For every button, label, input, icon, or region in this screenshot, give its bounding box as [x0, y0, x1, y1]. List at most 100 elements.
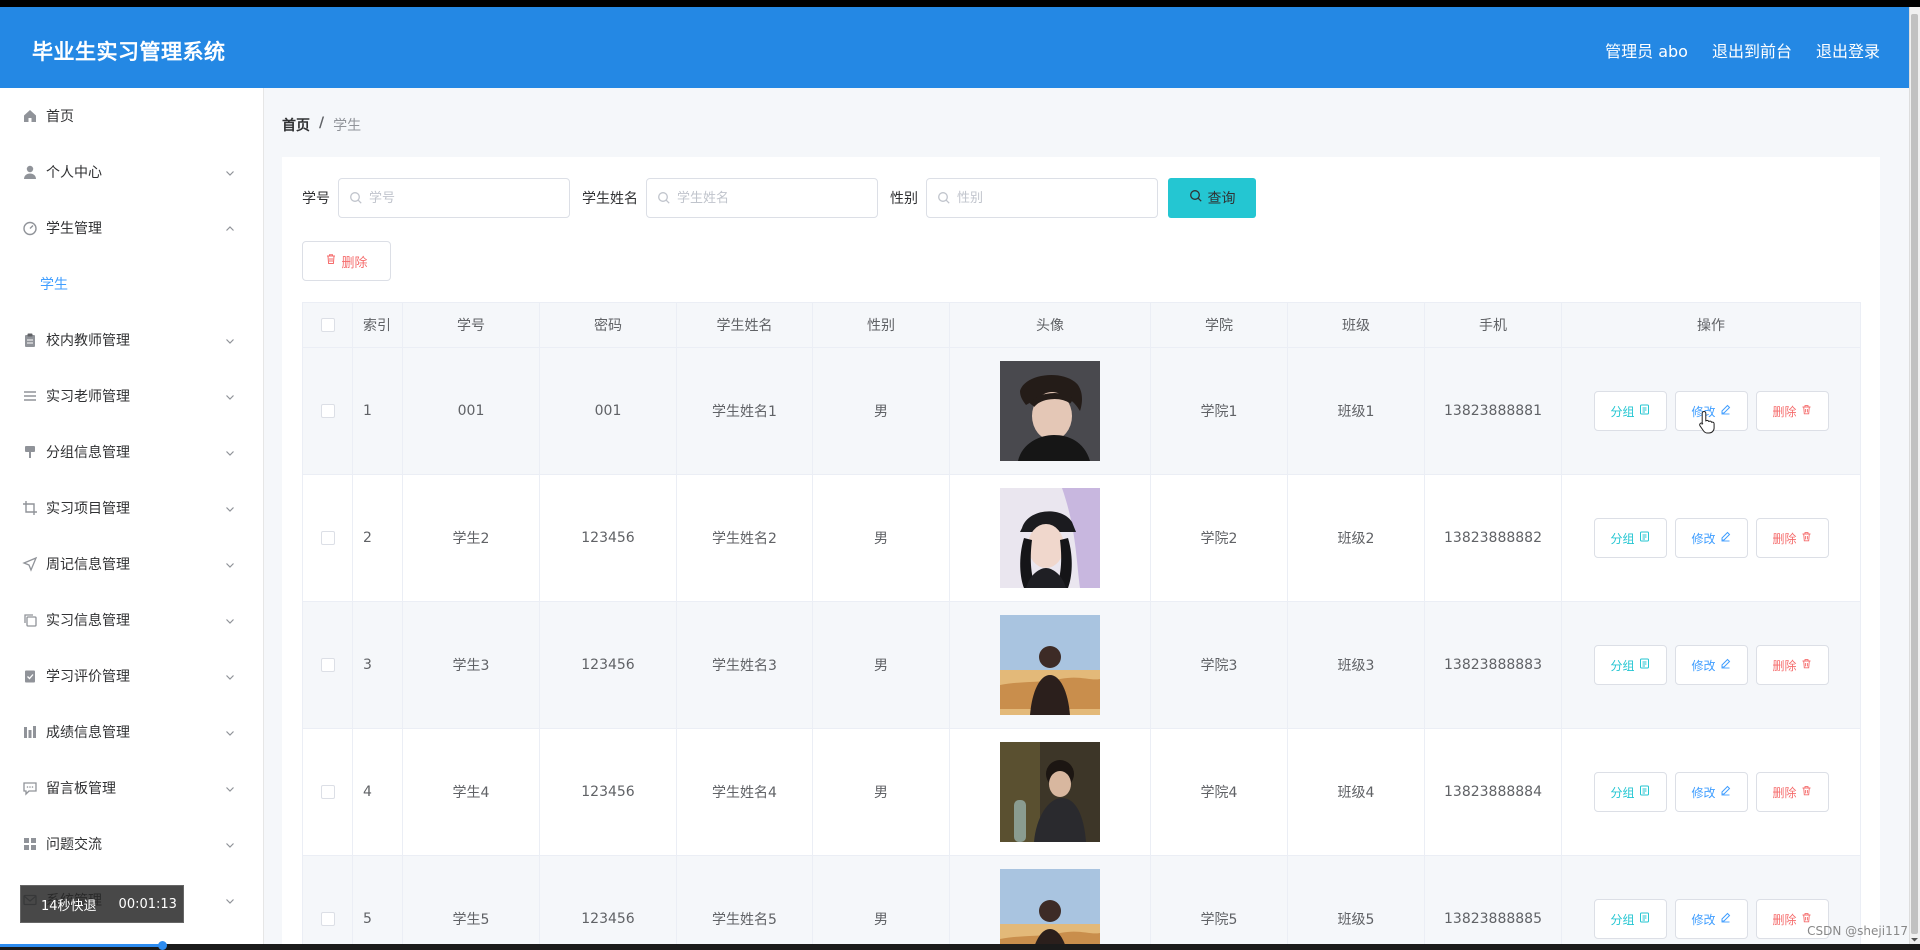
chevron-up-icon [225, 222, 235, 232]
rewind-hint: 14秒快退 [41, 898, 97, 914]
cell-xueyuan: 学院5 [1150, 855, 1288, 944]
query-button-label: 查询 [1207, 191, 1236, 207]
select-all-checkbox[interactable] [320, 318, 335, 332]
avatar-image[interactable] [1000, 361, 1100, 461]
checklist-icon [22, 668, 38, 684]
chevron-down-icon [225, 782, 235, 792]
column-header-1: 学号 [402, 302, 540, 348]
cell-idx: 5 [352, 855, 403, 944]
delete-button-label: 删除 [1772, 785, 1797, 800]
video-progress-track [0, 944, 1920, 950]
group-button[interactable]: 分组 [1593, 645, 1667, 685]
row-checkbox[interactable] [320, 658, 335, 672]
page-scrollbar-thumb[interactable] [1911, 14, 1918, 934]
group-button[interactable]: 分组 [1593, 518, 1667, 558]
cell-xueyuan: 学院2 [1150, 474, 1288, 602]
cell-name: 学生姓名4 [676, 728, 813, 856]
pencil-icon [1720, 404, 1731, 418]
group-button[interactable]: 分组 [1593, 391, 1667, 431]
cell-xuehao: 学生2 [402, 474, 540, 602]
column-header-3: 学生姓名 [676, 302, 813, 348]
scroll-down-arrow-icon[interactable] [1910, 932, 1919, 942]
cell-phone: 13823888883 [1424, 601, 1562, 729]
delete-button-label: 删除 [1772, 658, 1797, 673]
column-header-2: 密码 [539, 302, 677, 348]
sidebar-item-5[interactable]: 分组信息管理 [0, 424, 263, 480]
cell-operations: 分组 修改 删除 [1561, 474, 1861, 602]
row-checkbox[interactable] [320, 912, 335, 926]
sidebar-item-2[interactable]: 学生管理 [0, 200, 263, 256]
sidebar-item-4[interactable]: 实习老师管理 [0, 368, 263, 424]
sidebar-item-0[interactable]: 首页 [0, 88, 263, 144]
group-button-label: 分组 [1610, 531, 1635, 546]
cell-xueyuan: 学院3 [1150, 601, 1288, 729]
table-row: 3 学生3 123456 学生姓名3 男 学院3 班级3 13823888883 分组 修改 删除 [302, 601, 1861, 729]
exit-to-front-link[interactable]: 退出到前台 [1712, 38, 1792, 62]
cell-xueyuan: 学院4 [1150, 728, 1288, 856]
cell-xueyuan: 学院1 [1150, 347, 1288, 475]
avatar-image[interactable] [1000, 488, 1100, 588]
edit-button-label: 修改 [1691, 785, 1716, 800]
row-select-cell [302, 601, 353, 729]
edit-button[interactable]: 修改 [1674, 772, 1748, 812]
search-input-1[interactable] [677, 179, 872, 217]
group-button[interactable]: 分组 [1593, 899, 1667, 939]
cell-idx: 4 [352, 728, 403, 856]
video-progress-handle[interactable] [158, 941, 167, 950]
app-title: 毕业生实习管理系统 [32, 40, 226, 64]
edit-button[interactable]: 修改 [1674, 645, 1748, 685]
mouse-pointer-icon [1698, 410, 1716, 434]
sidebar-item-7[interactable]: 周记信息管理 [0, 536, 263, 592]
avatar-image[interactable] [1000, 742, 1100, 842]
delete-button[interactable]: 删除 [1755, 391, 1829, 431]
table-header-row: 索引 学号 密码 学生姓名 性别 头像 学院 班级 手机 操作 [302, 302, 1861, 348]
search-input-0[interactable] [369, 179, 564, 217]
row-checkbox[interactable] [320, 531, 335, 545]
sidebar-item-8[interactable]: 实习信息管理 [0, 592, 263, 648]
sidebar-item-label: 留言板管理 [46, 781, 116, 797]
avatar-image[interactable] [1000, 869, 1100, 944]
sidebar-item-3[interactable]: 校内教师管理 [0, 312, 263, 368]
cell-phone: 13823888882 [1424, 474, 1562, 602]
logout-link[interactable]: 退出登录 [1816, 38, 1880, 62]
delete-button[interactable]: 删除 [1755, 518, 1829, 558]
column-header-5: 头像 [949, 302, 1151, 348]
send-icon [22, 556, 38, 572]
admin-user-link[interactable]: 管理员 abo [1605, 38, 1688, 62]
cell-phone: 13823888881 [1424, 347, 1562, 475]
delete-button[interactable]: 删除 [1755, 645, 1829, 685]
document-icon [1639, 404, 1650, 418]
sidebar-item-6[interactable]: 实习项目管理 [0, 480, 263, 536]
delete-button[interactable]: 删除 [1755, 772, 1829, 812]
cell-sex: 男 [812, 855, 950, 944]
sidebar-subitem-student[interactable]: 学生 [0, 256, 263, 312]
sidebar-item-1[interactable]: 个人中心 [0, 144, 263, 200]
sidebar-item-11[interactable]: 留言板管理 [0, 760, 263, 816]
search-field-0[interactable] [338, 178, 570, 218]
search-input-2[interactable] [957, 179, 1152, 217]
sidebar-item-10[interactable]: 成绩信息管理 [0, 704, 263, 760]
search-label-0: 学号 [302, 191, 330, 207]
batch-delete-label: 删除 [341, 255, 368, 271]
group-button[interactable]: 分组 [1593, 772, 1667, 812]
query-button[interactable]: 查询 [1168, 178, 1256, 218]
search-field-1[interactable] [646, 178, 878, 218]
search-field-2[interactable] [926, 178, 1158, 218]
avatar-image[interactable] [1000, 615, 1100, 715]
row-checkbox[interactable] [320, 404, 335, 418]
breadcrumb-home[interactable]: 首页 [282, 115, 310, 135]
sidebar-item-label: 实习项目管理 [46, 501, 130, 517]
copy-icon [22, 612, 38, 628]
row-actions: 分组 修改 删除 [1562, 772, 1860, 812]
chevron-down-icon [225, 614, 235, 624]
search-icon [657, 191, 671, 205]
row-checkbox[interactable] [320, 785, 335, 799]
batch-delete-button[interactable]: 删除 [302, 241, 391, 281]
video-overlay-toast: 14秒快退 00:01:13 [20, 885, 184, 923]
edit-button[interactable]: 修改 [1674, 899, 1748, 939]
sidebar-item-9[interactable]: 学习评价管理 [0, 648, 263, 704]
edit-button-label: 修改 [1691, 658, 1716, 673]
sidebar-item-12[interactable]: 问题交流 [0, 816, 263, 872]
table-row: 5 学生5 123456 学生姓名5 男 学院5 班级5 13823888885 分组 修改 删除 [302, 855, 1861, 944]
edit-button[interactable]: 修改 [1674, 518, 1748, 558]
